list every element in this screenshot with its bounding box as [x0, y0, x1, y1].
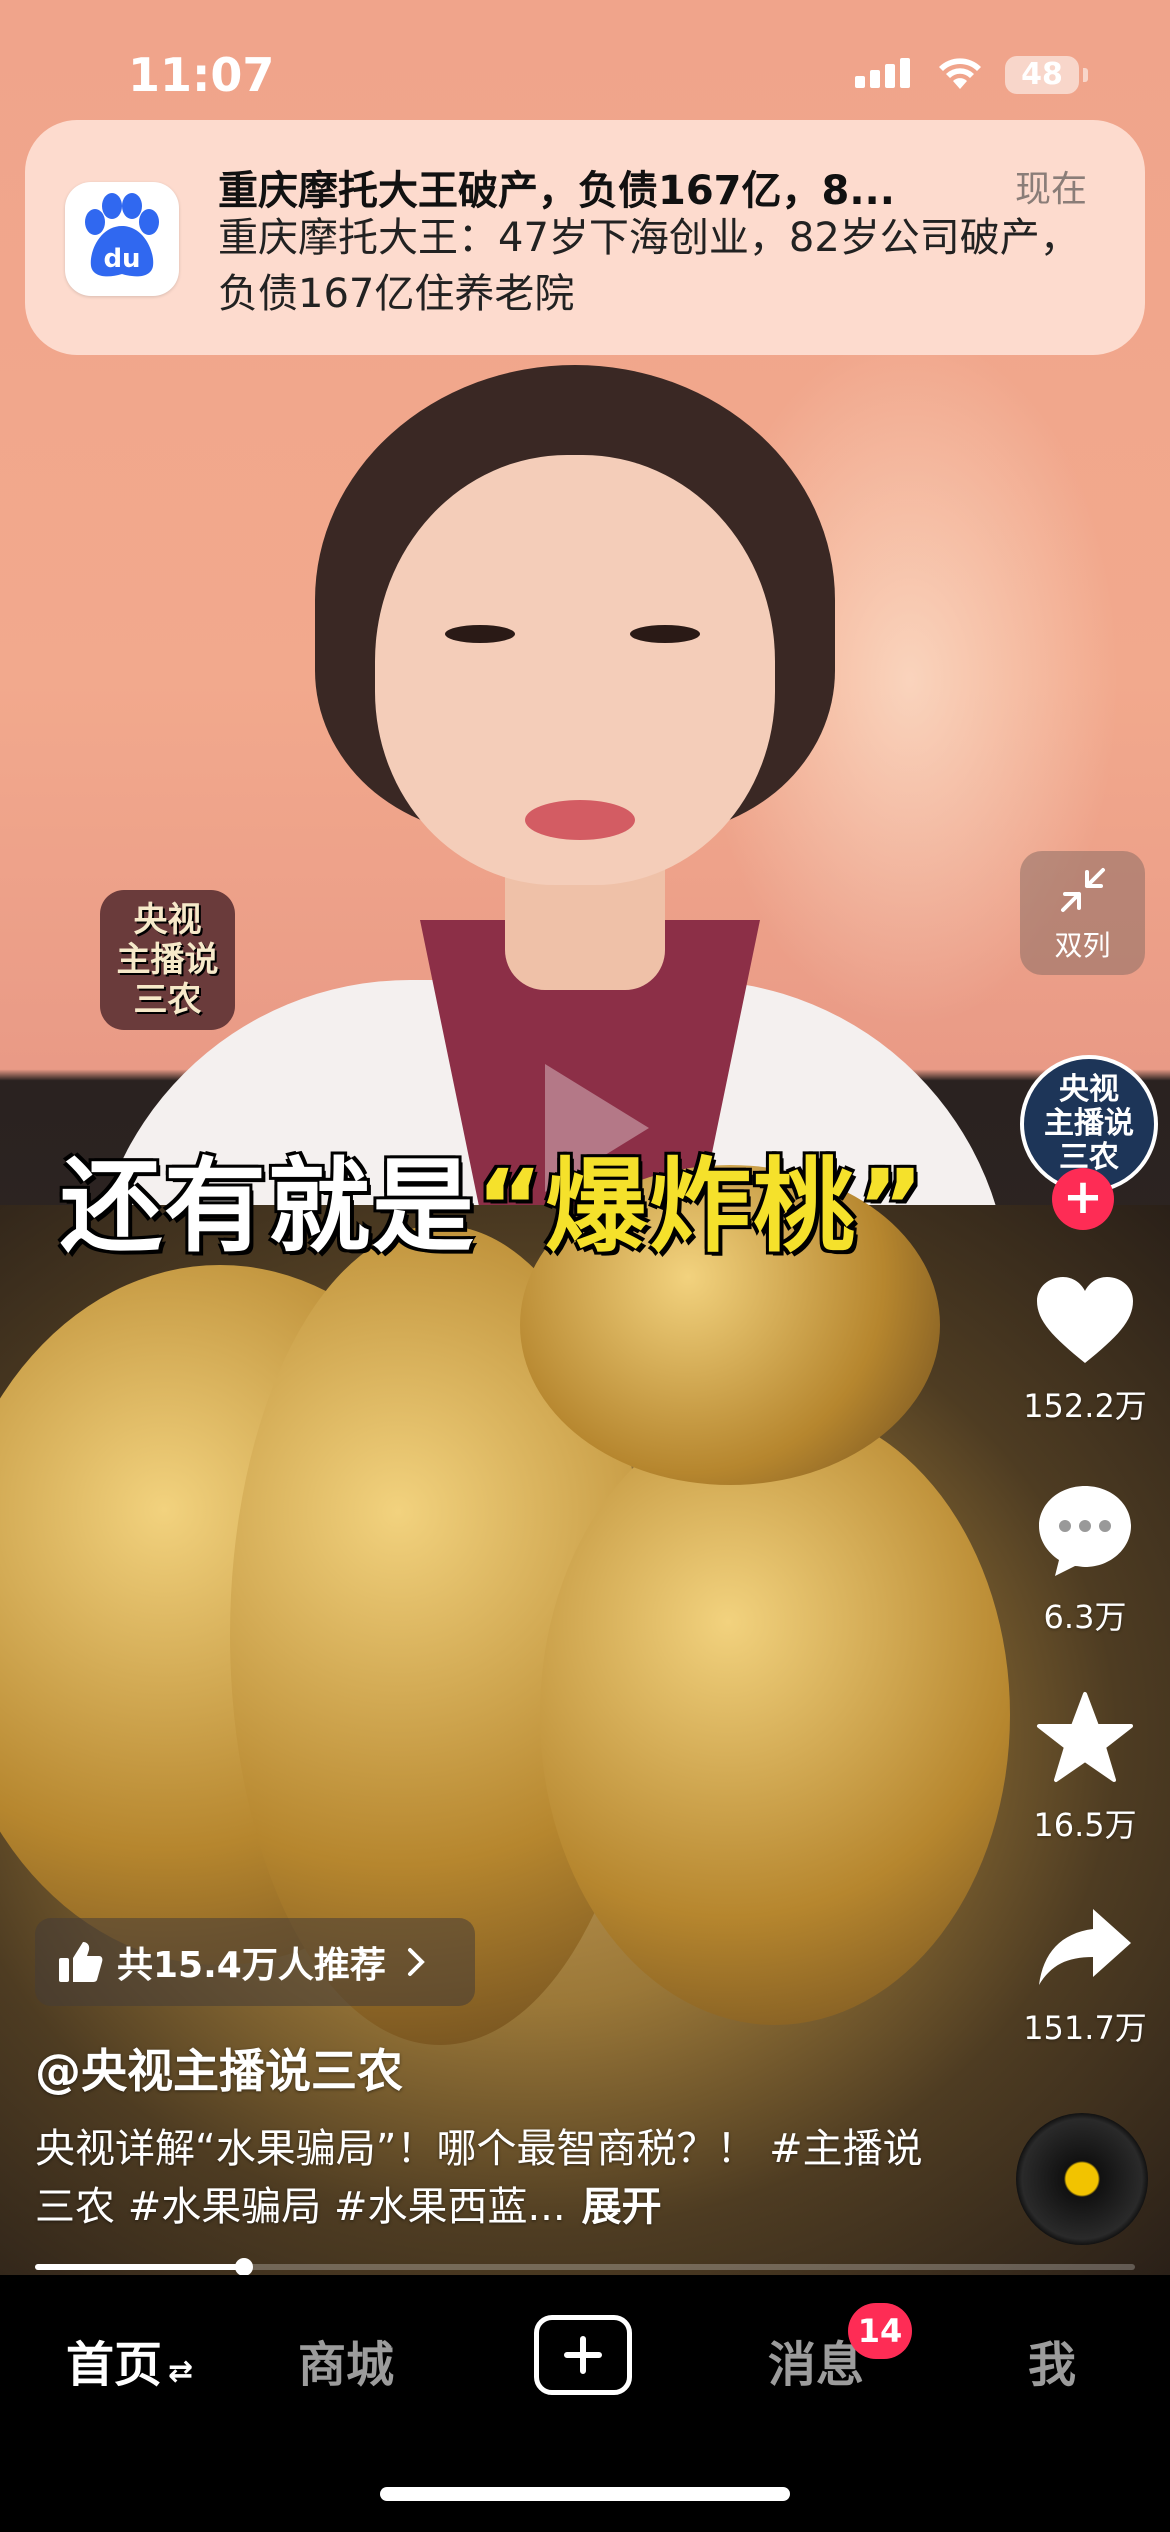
video-caption: 还有就是“爆炸桃”: [60, 1148, 927, 1267]
switch-arrows-icon: ⇄: [168, 2354, 194, 2389]
notification-banner[interactable]: du 重庆摩托大王破产，负债167亿，8... 现在 重庆摩托大王：47岁下海创…: [25, 120, 1145, 355]
like-count: 152.2万: [1023, 1387, 1147, 1425]
notification-title: 重庆摩托大王破产，负债167亿，8...: [218, 168, 895, 214]
share-arrow-icon: [1039, 1909, 1131, 1985]
tab-me[interactable]: 我: [1028, 2325, 1076, 2395]
double-column-button[interactable]: 双列: [1020, 851, 1145, 975]
progress-handle[interactable]: [235, 2258, 253, 2276]
share-button[interactable]: 151.7万: [1010, 1905, 1160, 2049]
author-name[interactable]: @央视主播说三农: [35, 2035, 403, 2101]
anchor-lips: [525, 800, 635, 840]
post-description: 央视详解“水果骗局”！哪个最智商税？！ #主播说三农 #水果骗局 #水果西蓝..…: [35, 2126, 923, 2230]
messages-badge: 14: [848, 2303, 912, 2359]
notification-time: 现在: [1015, 169, 1088, 210]
status-bar: 11:07 48: [0, 0, 1170, 110]
share-count: 151.7万: [1023, 2009, 1147, 2047]
status-time: 11:07: [128, 48, 275, 102]
baidu-app-icon: du: [65, 182, 179, 296]
collapse-arrows-icon: [1060, 868, 1105, 912]
anchor-eye: [445, 625, 515, 643]
star-icon: [1037, 1692, 1133, 1782]
progress-fill: [35, 2264, 244, 2270]
thumbs-up-icon: [59, 1942, 103, 1982]
video-progress-bar[interactable]: [35, 2258, 1135, 2276]
favorite-button[interactable]: 16.5万: [1010, 1690, 1160, 1846]
home-indicator: [380, 2487, 790, 2501]
heart-icon: [1037, 1277, 1133, 1363]
bottom-tab-bar: 首页 ⇄ 商城 消息 14 我: [0, 2275, 1170, 2532]
like-button[interactable]: 152.2万: [1010, 1275, 1160, 1427]
music-disc-icon[interactable]: [1016, 2113, 1148, 2245]
recommend-text: 共15.4万人推荐: [117, 1945, 386, 1986]
tab-mall[interactable]: 商城: [298, 2325, 394, 2395]
comment-button[interactable]: 6.3万: [1010, 1482, 1160, 1638]
follow-button[interactable]: +: [1052, 1168, 1114, 1230]
svg-text:du: du: [103, 244, 140, 274]
double-column-label: 双列: [1054, 929, 1111, 962]
tab-home[interactable]: 首页 ⇄: [66, 2325, 193, 2395]
create-button[interactable]: [534, 2315, 632, 2395]
recommend-pill[interactable]: 共15.4万人推荐: [35, 1918, 475, 2006]
battery-icon: 48: [1005, 56, 1079, 94]
cellular-signal-icon: [855, 58, 915, 88]
battery-tip: [1083, 68, 1088, 82]
fruit-closeup: [0, 1165, 1170, 2275]
expand-link[interactable]: 展开: [582, 2184, 662, 2230]
channel-watermark: 央视 主播说 三农: [100, 890, 235, 1030]
plus-icon: [564, 2336, 602, 2374]
favorite-count: 16.5万: [1033, 1806, 1137, 1844]
wifi-icon: [939, 58, 981, 89]
comment-icon: [1039, 1486, 1131, 1576]
chevron-right-icon: [407, 1948, 425, 1976]
anchor-eye: [630, 625, 700, 643]
comment-count: 6.3万: [1043, 1598, 1127, 1636]
notification-body: 重庆摩托大王：47岁下海创业，82岁公司破产，负债167亿住养老院: [218, 215, 1080, 317]
